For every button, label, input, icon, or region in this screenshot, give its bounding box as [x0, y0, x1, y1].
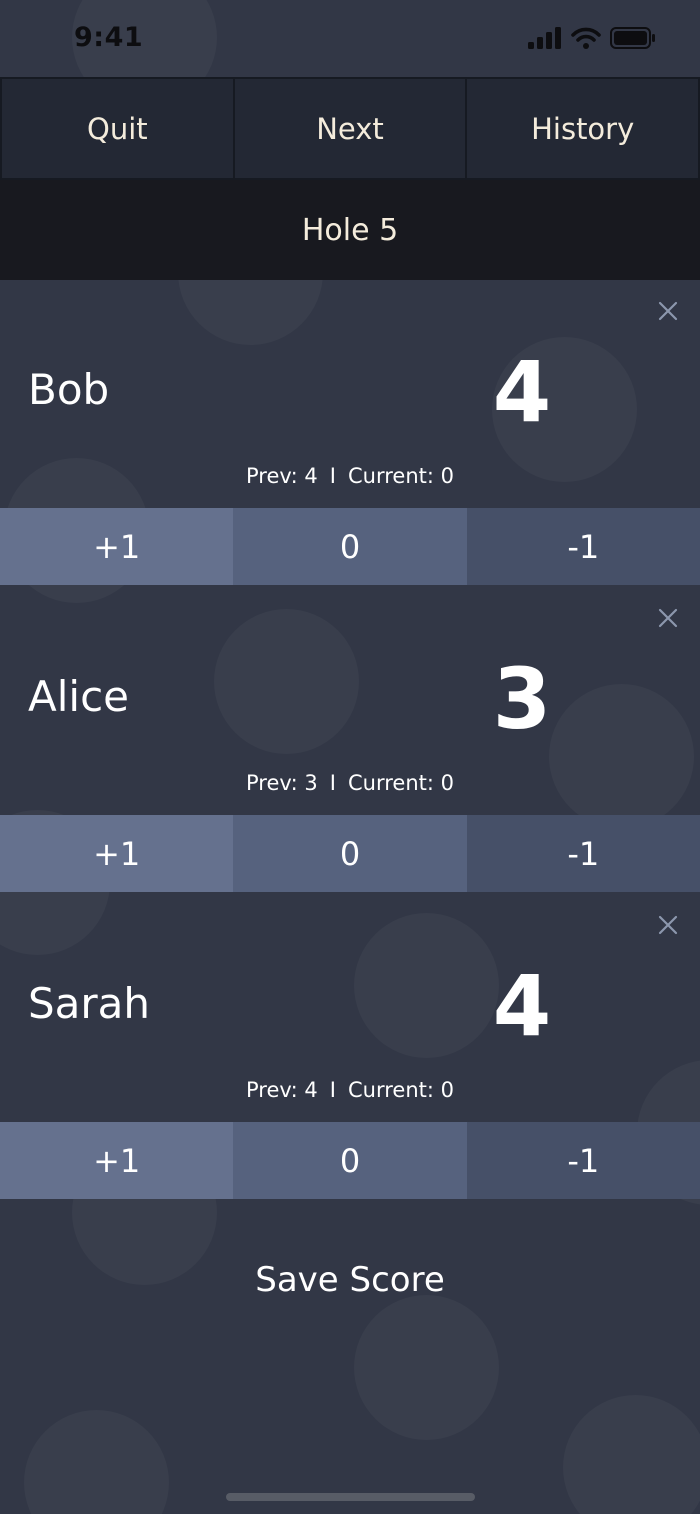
plus-one-button[interactable]: +1: [0, 1122, 234, 1199]
info-separator: I: [329, 464, 336, 488]
battery-icon: [610, 27, 655, 49]
status-icons: [528, 27, 656, 49]
home-indicator[interactable]: [226, 1493, 475, 1501]
zero-button[interactable]: 0: [233, 1122, 467, 1199]
plus-one-button[interactable]: +1: [0, 508, 234, 585]
close-icon[interactable]: [656, 299, 680, 323]
cellular-signal-icon: [528, 27, 561, 49]
player-card-alice: Alice 3 Prev: 3 I Current: 0 +1 0 -1: [0, 586, 700, 893]
info-separator: I: [329, 771, 336, 795]
zero-button[interactable]: 0: [233, 508, 467, 585]
minus-one-button[interactable]: -1: [466, 508, 700, 585]
prev-score: Prev: 4: [246, 464, 318, 488]
hole-label: Hole 5: [301, 212, 399, 248]
score-controls: +1 0 -1: [0, 815, 700, 892]
status-bar: 9:41: [0, 0, 700, 78]
top-nav: Quit Next History: [0, 77, 700, 180]
minus-one-button[interactable]: -1: [466, 815, 700, 892]
history-button[interactable]: History: [467, 77, 700, 180]
player-score: 4: [492, 343, 552, 441]
player-name: Sarah: [28, 979, 151, 1028]
zero-button[interactable]: 0: [233, 815, 467, 892]
prev-score: Prev: 4: [246, 1078, 318, 1102]
player-score: 4: [492, 957, 552, 1055]
close-icon[interactable]: [656, 606, 680, 630]
player-score-info: Prev: 3 I Current: 0: [0, 771, 700, 795]
scorecard-screen: 9:41 Quit Next History Hole 5 Bob 4 Prev…: [0, 0, 700, 1514]
current-score: Current: 0: [348, 771, 454, 795]
score-controls: +1 0 -1: [0, 1122, 700, 1199]
player-score-info: Prev: 4 I Current: 0: [0, 1078, 700, 1102]
player-name: Bob: [28, 365, 110, 414]
info-separator: I: [329, 1078, 336, 1102]
next-button[interactable]: Next: [234, 77, 468, 180]
quit-button[interactable]: Quit: [0, 77, 235, 180]
minus-one-button[interactable]: -1: [466, 1122, 700, 1199]
player-name: Alice: [28, 672, 130, 721]
prev-score: Prev: 3: [246, 771, 318, 795]
player-score: 3: [492, 650, 552, 748]
player-card-sarah: Sarah 4 Prev: 4 I Current: 0 +1 0 -1: [0, 893, 700, 1200]
player-card-bob: Bob 4 Prev: 4 I Current: 0 +1 0 -1: [0, 279, 700, 586]
save-score-button[interactable]: Save Score: [150, 1240, 550, 1320]
wifi-icon: [571, 27, 601, 49]
player-score-info: Prev: 4 I Current: 0: [0, 464, 700, 488]
plus-one-button[interactable]: +1: [0, 815, 234, 892]
current-score: Current: 0: [348, 464, 454, 488]
status-time: 9:41: [74, 22, 144, 53]
current-score: Current: 0: [348, 1078, 454, 1102]
close-icon[interactable]: [656, 913, 680, 937]
hole-header: Hole 5: [0, 180, 700, 280]
score-controls: +1 0 -1: [0, 508, 700, 585]
